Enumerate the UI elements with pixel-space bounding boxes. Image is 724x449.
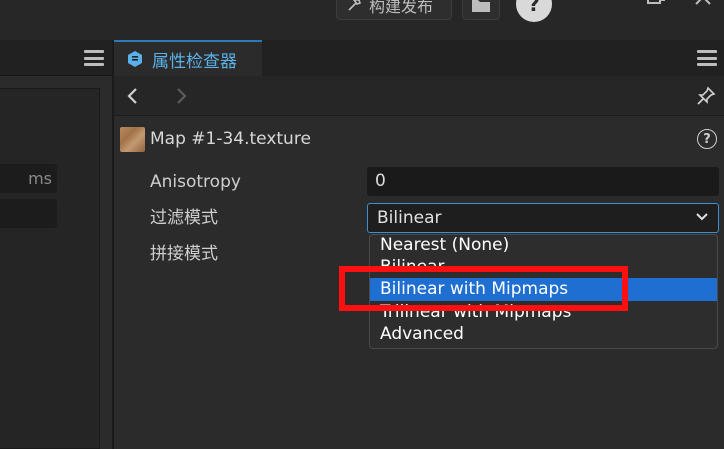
duration-unit: ms: [28, 169, 52, 188]
anisotropy-input[interactable]: 0: [367, 167, 719, 196]
left-panel-menu-icon[interactable]: [84, 50, 104, 66]
tab-inspector[interactable]: 属性检查器: [114, 40, 262, 76]
back-icon[interactable]: [126, 87, 140, 105]
option-trilinear-mipmaps-label: Trilinear with Mipmaps: [380, 302, 572, 322]
restore-icon[interactable]: [645, 0, 669, 16]
left-panel: ms: [0, 40, 112, 449]
option-bilinear-mipmaps[interactable]: Bilinear with Mipmaps: [370, 278, 717, 301]
help-glyph: ?: [528, 0, 540, 16]
left-panel-header: [0, 40, 112, 76]
chevron-down-icon: [696, 213, 708, 221]
forward-icon[interactable]: [174, 87, 188, 105]
duration-field[interactable]: ms: [0, 164, 57, 193]
minimize-icon[interactable]: [598, 0, 622, 16]
filter-mode-select[interactable]: Bilinear: [367, 203, 719, 233]
option-trilinear-mipmaps[interactable]: Trilinear with Mipmaps: [370, 301, 717, 324]
hammer-icon: [348, 0, 362, 11]
open-folder-button[interactable]: [462, 0, 500, 20]
asset-header: Map #1-34.texture ?: [114, 117, 724, 161]
inspector-nav-bar: [114, 76, 724, 116]
build-publish-button[interactable]: 构建发布: [336, 0, 452, 20]
inspector-header: 属性检查器: [114, 40, 724, 76]
folder-icon: [472, 0, 490, 12]
filter-mode-dropdown: Nearest (None) Bilinear Bilinear with Mi…: [369, 234, 718, 349]
option-bilinear-label: Bilinear: [380, 257, 445, 277]
left-panel-body: [0, 88, 100, 449]
option-advanced[interactable]: Advanced: [370, 323, 717, 346]
tab-inspector-label: 属性检查器: [152, 51, 237, 72]
wrap-mode-label: 拼接模式: [150, 244, 218, 264]
inspector-menu-icon[interactable]: [697, 50, 717, 66]
help-icon-glyph: ?: [703, 131, 711, 147]
option-bilinear[interactable]: Bilinear: [370, 256, 717, 279]
option-nearest[interactable]: Nearest (None): [370, 235, 717, 257]
option-nearest-label: Nearest (None): [380, 235, 510, 255]
option-advanced-label: Advanced: [380, 324, 464, 344]
inspector-icon: [128, 51, 142, 67]
anisotropy-value: 0: [375, 171, 386, 191]
help-icon[interactable]: ?: [697, 129, 717, 149]
pin-icon[interactable]: [696, 86, 716, 106]
filter-mode-label: 过滤模式: [150, 208, 218, 228]
option-bilinear-mipmaps-label: Bilinear with Mipmaps: [380, 279, 569, 299]
asset-name: Map #1-34.texture: [150, 129, 311, 149]
close-icon[interactable]: [692, 0, 716, 16]
build-publish-label: 构建发布: [369, 0, 434, 16]
left-panel-field[interactable]: [0, 199, 57, 228]
title-bar: 构建发布 ?: [0, 0, 724, 40]
anisotropy-label: Anisotropy: [150, 172, 241, 192]
filter-mode-value: Bilinear: [377, 208, 442, 228]
help-button[interactable]: ?: [516, 0, 552, 22]
texture-thumbnail: [120, 127, 145, 152]
